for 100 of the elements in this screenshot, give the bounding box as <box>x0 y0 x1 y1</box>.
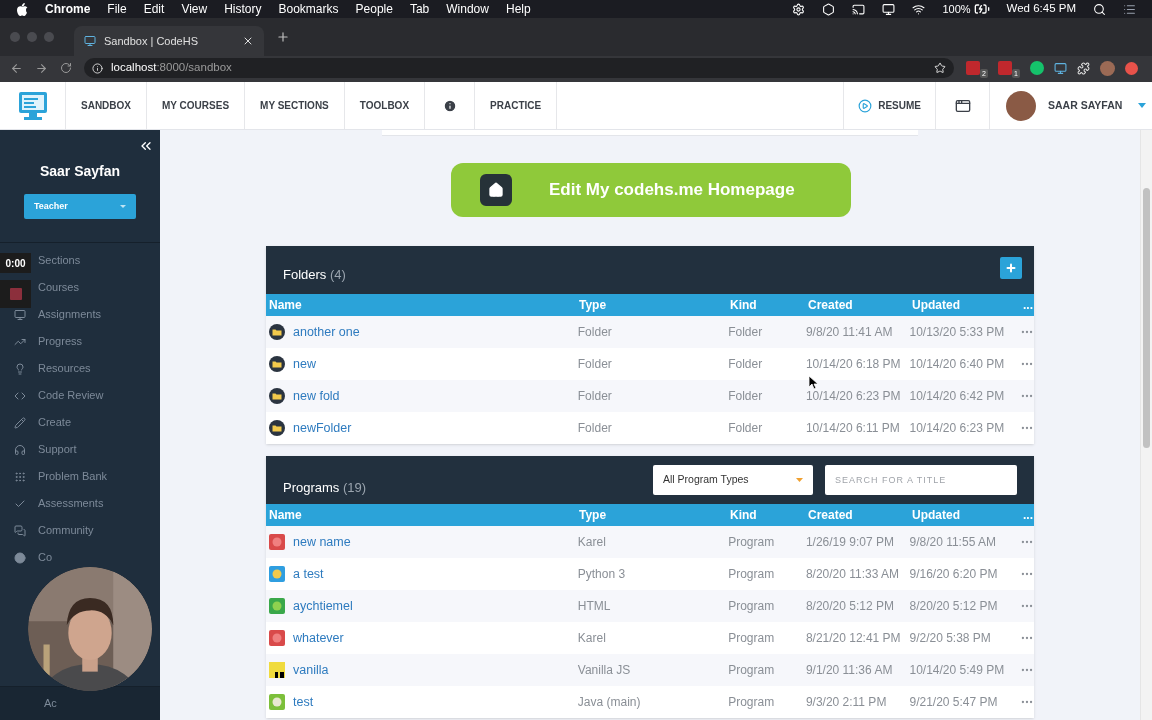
item-link[interactable]: new name <box>293 532 351 552</box>
table-cell: Python 3 <box>577 567 626 581</box>
star-icon[interactable] <box>934 62 946 74</box>
search-icon[interactable] <box>1093 2 1106 16</box>
chat-icon <box>14 524 26 537</box>
clock[interactable]: Wed 6:45 PM <box>1006 0 1076 18</box>
item-link[interactable]: aychtiemel <box>293 596 353 616</box>
extension-icon[interactable] <box>1124 61 1138 75</box>
user-menu[interactable]: SAAR SAYFAN <box>990 82 1152 129</box>
stop-button[interactable] <box>0 280 31 308</box>
extensions-icon[interactable] <box>1076 61 1090 75</box>
lightbulb-icon <box>14 362 26 375</box>
sidebar-item[interactable]: Progress <box>38 333 83 350</box>
sidebar-item[interactable]: Assessments <box>38 495 104 512</box>
table-cell: 8/20/20 5:12 PM <box>805 599 894 613</box>
menu-item[interactable]: People <box>355 0 393 18</box>
sidebar-item[interactable]: Assignments <box>38 306 101 323</box>
back-icon[interactable] <box>10 61 23 75</box>
menu-item[interactable]: History <box>224 0 262 18</box>
item-link[interactable]: new fold <box>293 386 340 406</box>
table-cell: 9/8/20 11:41 AM <box>805 325 893 339</box>
extension-icon[interactable] <box>1029 61 1044 75</box>
sidebar-item[interactable]: Create <box>38 414 72 431</box>
wifi-icon[interactable] <box>912 2 926 16</box>
browser-tab[interactable]: Sandbox | CodeHS <box>74 26 264 56</box>
apple-logo-icon[interactable] <box>16 2 28 16</box>
sidebar-footer-link[interactable]: Ac <box>44 695 57 712</box>
table-cell: Folder <box>728 389 763 403</box>
table-cell: Karel <box>577 535 606 549</box>
menu-item[interactable]: Tab <box>409 0 430 18</box>
table-cell: 10/14/20 5:49 PM <box>909 663 1005 677</box>
item-link[interactable]: another one <box>293 322 360 342</box>
item-link[interactable]: a test <box>293 564 324 584</box>
hexagon-icon[interactable] <box>822 2 836 16</box>
role-dropdown[interactable]: Teacher <box>24 194 136 219</box>
caret-icon <box>120 205 126 208</box>
gear-icon[interactable] <box>792 2 806 16</box>
sidebar-item[interactable]: Resources <box>38 360 91 377</box>
sidebar-item[interactable]: Courses <box>38 279 79 296</box>
new-tab-icon[interactable] <box>276 30 290 44</box>
sidebar-item[interactable]: Support <box>38 441 77 458</box>
table-cell: Program <box>728 631 775 645</box>
logo-icon[interactable] <box>16 89 49 122</box>
nav-link[interactable]: TOOLBOX <box>344 82 426 129</box>
app-menu[interactable]: Chrome <box>45 0 91 18</box>
nav-link[interactable]: MY COURSES <box>147 82 246 129</box>
menu-item[interactable]: View <box>181 0 208 18</box>
window-icon[interactable] <box>954 97 971 114</box>
sidebar-item[interactable]: Co <box>38 549 53 566</box>
resume-button[interactable]: RESUME <box>843 82 936 129</box>
info-icon <box>92 62 103 74</box>
table-cell: 1/26/19 9:07 PM <box>805 535 894 549</box>
nav-link[interactable]: SANDBOX <box>66 82 147 129</box>
table-cell: 9/8/20 11:55 AM <box>909 535 996 549</box>
item-link[interactable]: whatever <box>293 628 344 648</box>
column-header: Updated <box>912 508 960 522</box>
menu-item[interactable]: Window <box>446 0 489 18</box>
item-link[interactable]: vanilla <box>293 660 329 680</box>
panel-title: Programs (19) <box>283 479 368 498</box>
sidebar-item[interactable]: Problem Bank <box>38 468 108 485</box>
nav-link[interactable]: MY SECTIONS <box>245 82 345 129</box>
table-cell: Folder <box>577 357 612 371</box>
menu-item[interactable]: File <box>107 0 127 18</box>
avatar <box>1006 90 1036 121</box>
table-cell: 9/1/20 11:36 AM <box>805 663 893 677</box>
table-cell: Folder <box>728 421 763 435</box>
program-icon <box>269 630 285 646</box>
folder-icon <box>269 324 285 340</box>
program-type-dropdown[interactable]: All Program Types <box>653 465 813 495</box>
airplay-icon[interactable] <box>852 2 866 16</box>
nav-link[interactable]: PRACTICE <box>475 82 558 129</box>
info-icon <box>442 98 457 113</box>
monitor-icon[interactable] <box>882 2 896 16</box>
sidebar-item[interactable]: Sections <box>38 252 81 269</box>
profile-avatar[interactable] <box>1099 60 1115 76</box>
recording-timer: 0:00 <box>0 253 31 273</box>
sidebar-item[interactable]: Code Review <box>38 387 104 404</box>
battery-icon[interactable] <box>973 1 990 17</box>
menu-item[interactable]: Edit <box>143 0 165 18</box>
table-cell: 10/14/20 6:11 PM <box>805 421 900 435</box>
site-icon <box>84 35 96 47</box>
menu-item[interactable]: Help <box>505 0 531 18</box>
search-field[interactable]: SEARCH FOR A TITLE <box>825 465 1017 495</box>
table-cell: Karel <box>577 631 606 645</box>
caret-icon <box>796 478 803 482</box>
home-icon <box>488 182 504 198</box>
item-link[interactable]: test <box>293 692 314 712</box>
sidebar-item[interactable]: Community <box>38 522 94 539</box>
address-bar[interactable]: localhost:8000/sandbox <box>84 58 954 78</box>
item-link[interactable]: new <box>293 354 316 374</box>
column-header: Type <box>579 298 607 312</box>
table-cell: Vanilla JS <box>577 663 631 677</box>
menu-item[interactable]: Bookmarks <box>278 0 339 18</box>
list-icon[interactable] <box>1123 2 1136 16</box>
add-folder-button[interactable] <box>1000 257 1022 279</box>
column-header: ... <box>1023 297 1033 314</box>
reload-icon[interactable] <box>60 62 72 74</box>
close-icon[interactable] <box>242 35 254 47</box>
forward-icon[interactable] <box>35 61 48 75</box>
item-link[interactable]: newFolder <box>293 418 352 438</box>
